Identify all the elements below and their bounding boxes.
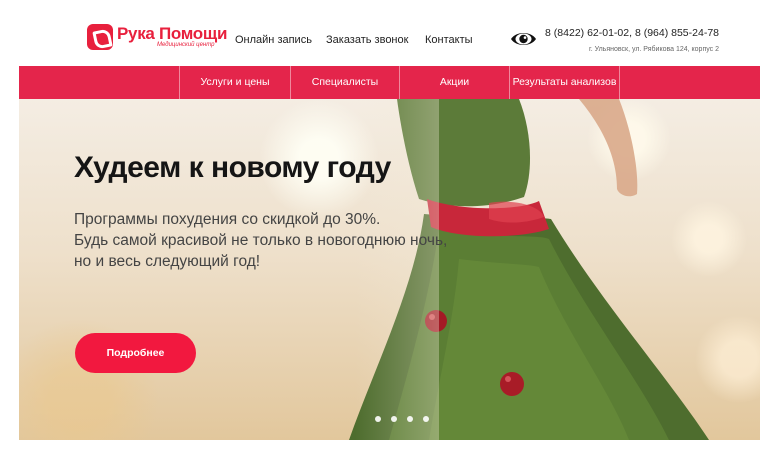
nav-online-booking[interactable]: Онлайн запись [235, 34, 312, 46]
logo-title: Рука Помощи [117, 24, 228, 43]
hero-description: Программы похудения со скидкой до 30%. Б… [74, 209, 447, 272]
contacts-block: 8 (8422) 62-01-02, 8 (964) 855-24-78 г. … [545, 27, 719, 53]
hero-banner: Худеем к новому году Программы похудения… [19, 99, 760, 440]
slider-dot[interactable] [391, 416, 397, 422]
slider-dots [375, 416, 429, 422]
page: Рука Помощи Медицинский центр Онлайн зап… [0, 0, 775, 459]
logo-subtitle: Медицинский центр [157, 42, 215, 48]
nav-contacts[interactable]: Контакты [425, 34, 473, 46]
phone-numbers[interactable]: 8 (8422) 62-01-02, 8 (964) 855-24-78 [545, 27, 719, 39]
eye-icon[interactable] [510, 30, 537, 48]
logo-hand-icon [87, 24, 113, 50]
menu-divider [619, 66, 620, 99]
slider-dot[interactable] [375, 416, 381, 422]
hero-text-line: Будь самой красивой не только в новогодн… [74, 232, 448, 249]
more-button[interactable]: Подробнее [75, 333, 196, 373]
address: г. Ульяновск, ул. Рябикова 124, корпус 2 [589, 46, 719, 53]
slider-dot[interactable] [407, 416, 413, 422]
site-header: Рука Помощи Медицинский центр Онлайн зап… [0, 0, 775, 66]
slider-dot[interactable] [423, 416, 429, 422]
hero-title: Худеем к новому году [74, 151, 391, 184]
main-menu: Услуги и цены Специалисты Акции Результа… [19, 66, 760, 99]
menu-item-promotions[interactable]: Акции [400, 66, 509, 99]
menu-item-test-results[interactable]: Результаты анализов [510, 66, 619, 99]
hero-text-line: Программы похудения со скидкой до 30%. [74, 211, 381, 228]
menu-item-services[interactable]: Услуги и цены [180, 66, 290, 99]
menu-item-specialists[interactable]: Специалисты [291, 66, 399, 99]
hero-text-line: но и весь следующий год! [74, 253, 261, 270]
nav-request-call[interactable]: Заказать звонок [326, 34, 408, 46]
logo[interactable]: Рука Помощи Медицинский центр [87, 24, 227, 50]
logo-text: Рука Помощи Медицинский центр [117, 25, 227, 49]
